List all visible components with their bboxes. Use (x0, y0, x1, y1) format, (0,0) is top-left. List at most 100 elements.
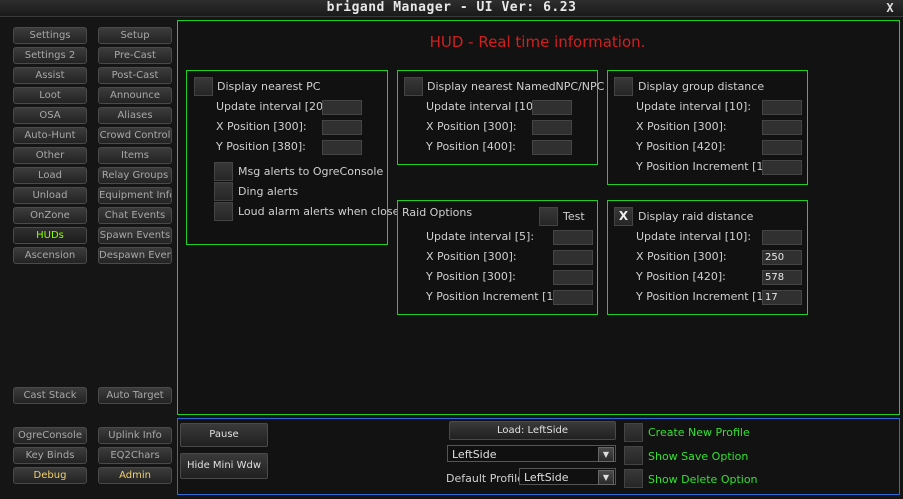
default-profile-label: Default Profile: (446, 472, 528, 485)
nav-osa[interactable]: OSA (13, 107, 87, 124)
pause-button[interactable]: Pause (180, 423, 268, 447)
nav-auto-hunt[interactable]: Auto-Hunt (13, 127, 87, 144)
hide-mini-window-button[interactable]: Hide Mini Wdw (180, 453, 268, 479)
nav-loot[interactable]: Loot (13, 87, 87, 104)
loud-alarm-label: Loud alarm alerts when close (238, 205, 400, 218)
nearest-pc-checkbox[interactable] (194, 77, 213, 96)
raid-distance-yinc-label: Y Position Increment [12]: (636, 290, 779, 303)
nav-items[interactable]: Items (98, 147, 172, 164)
chevron-down-icon[interactable]: ▼ (598, 470, 614, 485)
create-new-profile-label: Create New Profile (648, 426, 750, 439)
nav-announce[interactable]: Announce (98, 87, 172, 104)
nav-relay-groups[interactable]: Relay Groups (98, 167, 172, 184)
ding-alerts-checkbox[interactable] (214, 182, 233, 201)
raid-test-checkbox[interactable] (539, 207, 558, 226)
cast-stack-button[interactable]: Cast Stack (13, 387, 87, 404)
raid-options-y-input[interactable] (553, 270, 593, 285)
raid-options-y-label: Y Position [300]: (426, 270, 516, 283)
nearest-pc-x-label: X Position [300]: (216, 120, 307, 133)
show-delete-option-label: Show Delete Option (648, 473, 758, 486)
group-distance-y-label: Y Position [420]: (636, 140, 726, 153)
raid-distance-update-input[interactable] (762, 230, 802, 245)
nearest-npc-y-input[interactable] (532, 140, 572, 155)
raid-distance-checkbox[interactable]: X (614, 207, 633, 226)
raid-options-label: Raid Options (402, 206, 473, 219)
profile-select[interactable]: LeftSide ▼ (447, 445, 616, 462)
nav-assist[interactable]: Assist (13, 67, 87, 84)
title-bar: brigand Manager - UI Ver: 6.23 X (0, 0, 903, 17)
group-distance-update-input[interactable] (762, 100, 802, 115)
group-distance-update-label: Update interval [10]: (636, 100, 752, 113)
raid-test-label: Test (563, 210, 585, 223)
chevron-down-icon[interactable]: ▼ (598, 447, 614, 462)
nearest-npc-x-input[interactable] (532, 120, 572, 135)
ding-alerts-label: Ding alerts (238, 185, 299, 198)
default-profile-select[interactable]: LeftSide ▼ (519, 468, 616, 485)
raid-options-update-label: Update interval [5]: (426, 230, 535, 243)
nav-ascension[interactable]: Ascension (13, 247, 87, 264)
raid-distance-x-input[interactable]: 250 (762, 250, 802, 265)
raid-distance-y-input[interactable]: 578 (762, 270, 802, 285)
nav-huds[interactable]: HUDs (13, 227, 87, 244)
nearest-npc-y-label: Y Position [400]: (426, 140, 516, 153)
nav-spawn-events[interactable]: Spawn Events (98, 227, 172, 244)
eq2chars-button[interactable]: EQ2Chars (98, 447, 172, 464)
nav-unload[interactable]: Unload (13, 187, 87, 204)
nav-load[interactable]: Load (13, 167, 87, 184)
raid-options-update-input[interactable] (553, 230, 593, 245)
nav-other[interactable]: Other (13, 147, 87, 164)
nav-equipment-info[interactable]: Equipment Info (98, 187, 172, 204)
group-distance-x-label: X Position [300]: (636, 120, 727, 133)
nav-crowd-control[interactable]: Crowd Control (98, 127, 172, 144)
show-save-option-checkbox[interactable] (624, 446, 643, 465)
show-delete-option-checkbox[interactable] (624, 469, 643, 488)
key-binds-button[interactable]: Key Binds (13, 447, 87, 464)
create-new-profile-checkbox[interactable] (624, 423, 643, 442)
nearest-npc-update-label: Update interval [10]: (426, 100, 542, 113)
nearest-npc-update-input[interactable] (532, 100, 572, 115)
raid-options-yinc-label: Y Position Increment [15]: (426, 290, 569, 303)
nav-post-cast[interactable]: Post-Cast (98, 67, 172, 84)
admin-button[interactable]: Admin (98, 467, 172, 484)
nav-settings[interactable]: Settings (13, 27, 87, 44)
close-icon[interactable]: X (883, 1, 897, 15)
nearest-pc-y-input[interactable] (322, 140, 362, 155)
nearest-pc-update-input[interactable] (322, 100, 362, 115)
show-save-option-label: Show Save Option (648, 450, 749, 463)
group-distance-x-input[interactable] (762, 120, 802, 135)
nearest-npc-label: Display nearest NamedNPC/NPC (427, 80, 605, 93)
load-profile-button[interactable]: Load: LeftSide (449, 421, 616, 440)
msg-alerts-label: Msg alerts to OgreConsole (238, 165, 384, 178)
nav-despawn-event[interactable]: Despawn Event (98, 247, 172, 264)
debug-button[interactable]: Debug (13, 467, 87, 484)
group-distance-checkbox[interactable] (614, 77, 633, 96)
raid-distance-y-label: Y Position [420]: (636, 270, 726, 283)
nav-onzone[interactable]: OnZone (13, 207, 87, 224)
nav-chat-events[interactable]: Chat Events (98, 207, 172, 224)
raid-options-x-input[interactable] (553, 250, 593, 265)
nav-aliases[interactable]: Aliases (98, 107, 172, 124)
auto-target-button[interactable]: Auto Target (98, 387, 172, 404)
nav-settings-2[interactable]: Settings 2 (13, 47, 87, 64)
loud-alarm-checkbox[interactable] (214, 202, 233, 221)
profile-select-value: LeftSide (452, 448, 497, 461)
raid-distance-label: Display raid distance (638, 210, 754, 223)
nearest-npc-checkbox[interactable] (404, 77, 423, 96)
raid-options-x-label: X Position [300]: (426, 250, 517, 263)
ogre-console-button[interactable]: OgreConsole (13, 427, 87, 444)
nearest-pc-x-input[interactable] (322, 120, 362, 135)
nearest-pc-y-label: Y Position [380]: (216, 140, 306, 153)
nav-pre-cast[interactable]: Pre-Cast (98, 47, 172, 64)
raid-options-yinc-input[interactable] (553, 290, 593, 305)
msg-alerts-checkbox[interactable] (214, 162, 233, 181)
raid-distance-yinc-input[interactable]: 17 (762, 290, 802, 305)
nav-setup[interactable]: Setup (98, 27, 172, 44)
nearest-pc-label: Display nearest PC (217, 80, 321, 93)
hud-title: HUD - Real time information. (429, 33, 646, 51)
default-profile-value: LeftSide (524, 471, 569, 484)
group-distance-label: Display group distance (638, 80, 765, 93)
group-distance-yinc-input[interactable] (762, 160, 802, 175)
uplink-info-button[interactable]: Uplink Info (98, 427, 172, 444)
group-distance-y-input[interactable] (762, 140, 802, 155)
window-title: brigand Manager - UI Ver: 6.23 (326, 0, 577, 15)
